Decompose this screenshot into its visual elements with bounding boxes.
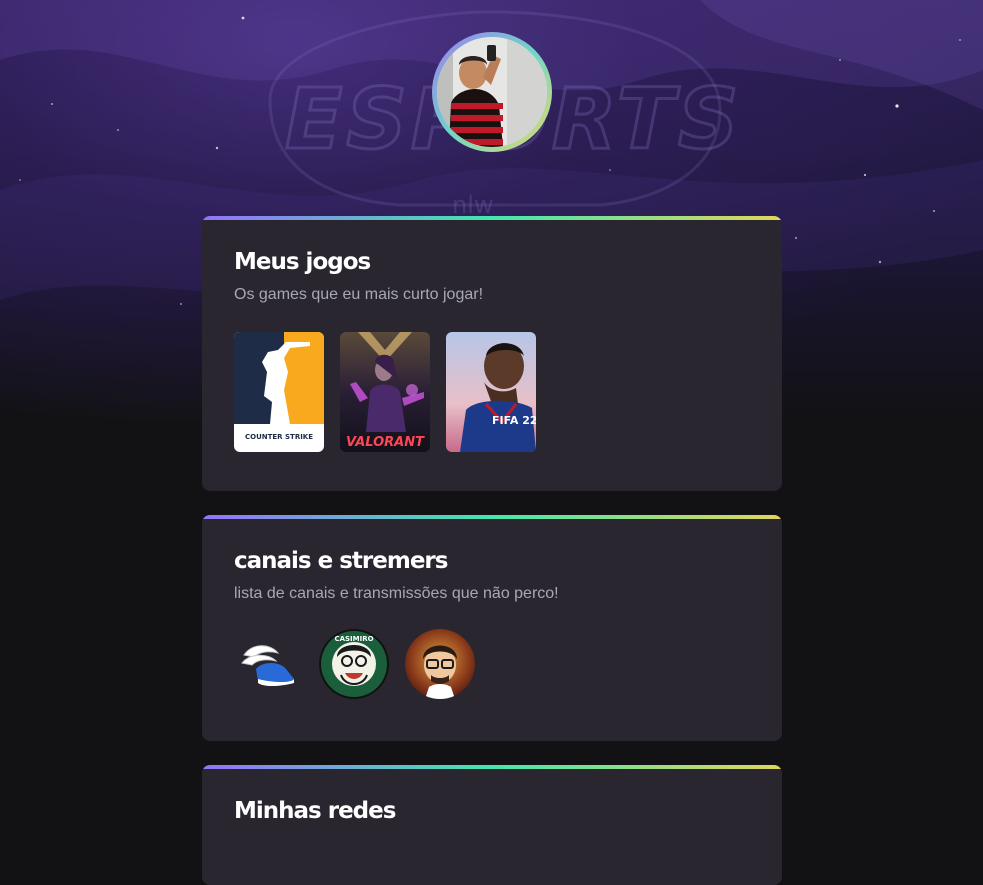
winged-shoe-icon (234, 629, 304, 699)
counter-strike-cover-icon: COUNTER STRIKE (234, 332, 324, 452)
channel-winged-shoe[interactable] (234, 629, 304, 699)
fifa-22-label: FIFA 22 (492, 414, 536, 427)
profile-photo-icon (437, 37, 547, 147)
channels-section-title: canais e stremers (234, 548, 448, 574)
games-section-title: Meus jogos (234, 249, 371, 275)
channels-section-description: lista de canais e transmissões que não p… (234, 585, 559, 602)
game-valorant[interactable]: VALORANT (340, 332, 430, 452)
counter-strike-label: COUNTER STRIKE (245, 433, 313, 441)
casimiro-label: CASIMIRO (334, 635, 373, 643)
games-section: Meus jogos Os games que eu mais curto jo… (202, 216, 782, 491)
game-fifa-22[interactable]: FIFA 22 (446, 332, 536, 452)
valorant-cover-icon: VALORANT (340, 332, 430, 452)
watermark-sub: nlw (452, 191, 494, 219)
game-counter-strike[interactable]: COUNTER STRIKE (234, 332, 324, 452)
channels-section: canais e stremers lista de canais e tran… (202, 515, 782, 741)
streamer-cartoon-icon (405, 629, 475, 699)
profile-avatar[interactable] (432, 32, 552, 152)
casimiro-channel-icon: CASIMIRO (319, 629, 389, 699)
channel-casimiro[interactable]: CASIMIRO (319, 629, 389, 699)
avatar (437, 37, 547, 147)
valorant-label: VALORANT (346, 435, 425, 450)
social-section-title: Minhas redes (234, 798, 396, 824)
games-section-description: Os games que eu mais curto jogar! (234, 286, 484, 303)
social-section: Minhas redes (202, 765, 782, 885)
channel-streamer-cartoon[interactable] (405, 629, 475, 699)
fifa-22-cover-icon: FIFA 22 (446, 332, 536, 452)
